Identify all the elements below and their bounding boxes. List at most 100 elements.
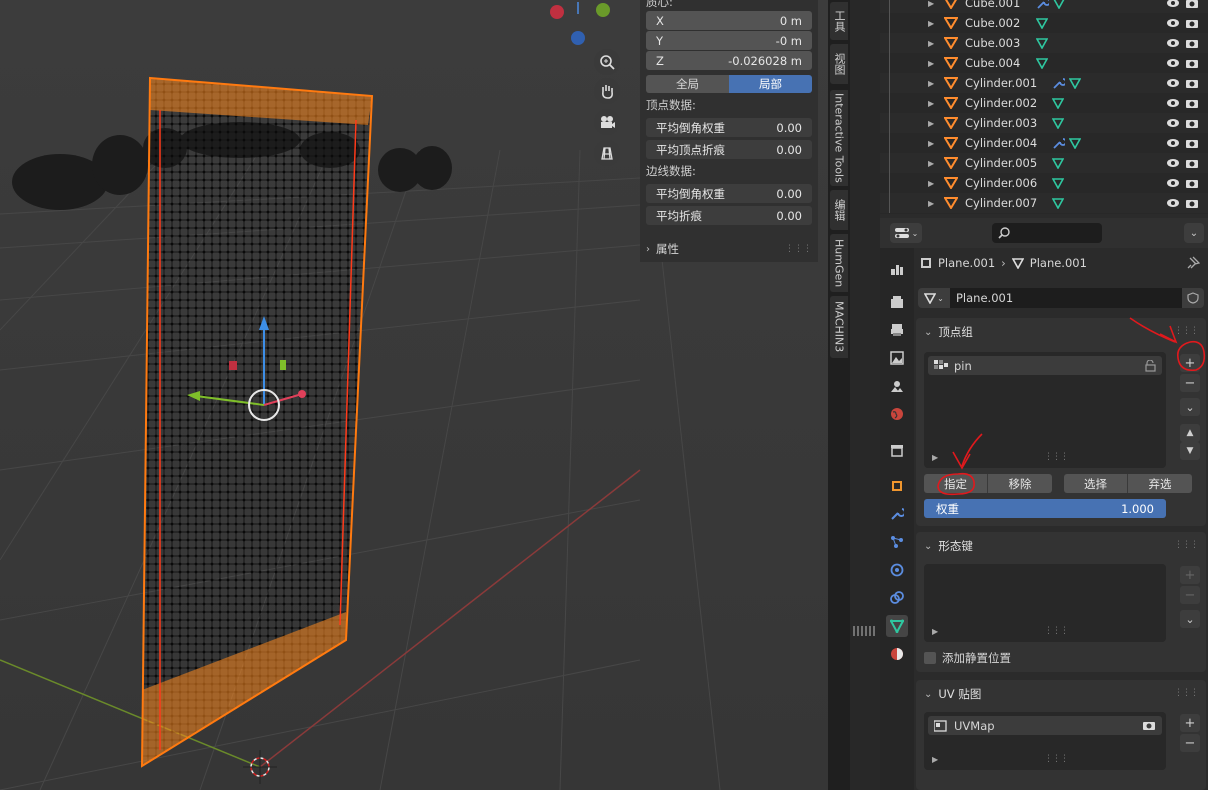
- add-shape-key-button[interactable]: +: [1180, 566, 1200, 584]
- pan-view-button[interactable]: [594, 78, 620, 104]
- expand-icon[interactable]: ▶: [928, 179, 934, 188]
- expand-icon[interactable]: ▶: [932, 627, 938, 636]
- vertex-groups-header[interactable]: ⌄ 顶点组: [924, 324, 973, 340]
- tab-collection[interactable]: [886, 439, 908, 461]
- tab-mesh-data[interactable]: [886, 615, 908, 637]
- list-item[interactable]: UVMap: [928, 716, 1162, 735]
- expand-icon[interactable]: ▶: [928, 19, 934, 28]
- object-name[interactable]: Cylinder.005: [965, 156, 1037, 170]
- expand-icon[interactable]: ▶: [928, 79, 934, 88]
- mesh-data-icon[interactable]: [1036, 37, 1048, 49]
- eye-icon[interactable]: [1166, 78, 1180, 88]
- object-name[interactable]: Cylinder.003: [965, 116, 1037, 130]
- expand-icon[interactable]: ▶: [928, 159, 934, 168]
- pin-icon[interactable]: [1186, 256, 1200, 270]
- camera-render-icon[interactable]: [1185, 98, 1199, 109]
- zoom-view-button[interactable]: [594, 49, 620, 75]
- camera-render-icon[interactable]: [1185, 58, 1199, 69]
- eye-icon[interactable]: [1166, 18, 1180, 28]
- eye-icon[interactable]: [1166, 98, 1180, 108]
- camera-render-icon[interactable]: [1185, 38, 1199, 49]
- resize-handle-icon[interactable]: ⋮⋮⋮: [1044, 452, 1069, 462]
- eye-icon[interactable]: [1166, 0, 1180, 8]
- move-down-button[interactable]: ▼: [1180, 442, 1200, 460]
- wrench-icon[interactable]: [1052, 137, 1065, 149]
- uv-maps-header[interactable]: ⌄ UV 贴图: [924, 686, 981, 702]
- median-z-field[interactable]: Z -0.026028 m: [646, 51, 812, 70]
- tab-physics[interactable]: [886, 559, 908, 581]
- tab-constraints[interactable]: [886, 587, 908, 609]
- local-button[interactable]: 局部: [729, 75, 812, 93]
- object-name[interactable]: Cylinder.001: [965, 76, 1037, 90]
- object-name[interactable]: Cylinder.004: [965, 136, 1037, 150]
- expand-icon[interactable]: ▶: [928, 0, 934, 8]
- mesh-datablock-selector[interactable]: ⌄: [918, 288, 950, 308]
- drag-handle-icon[interactable]: ⋮⋮⋮: [1174, 326, 1199, 336]
- mesh-data-icon[interactable]: [1036, 57, 1048, 69]
- weight-slider[interactable]: 权重 1.000: [924, 499, 1166, 518]
- tab-modifiers[interactable]: [886, 503, 908, 525]
- eye-icon[interactable]: [1166, 58, 1180, 68]
- mesh-data-icon[interactable]: [1052, 177, 1064, 189]
- mesh-data-icon[interactable]: [1069, 137, 1081, 149]
- expand-icon[interactable]: ▶: [928, 99, 934, 108]
- expand-icon[interactable]: ▶: [928, 59, 934, 68]
- camera-render-icon[interactable]: [1185, 18, 1199, 29]
- expand-icon[interactable]: ▶: [928, 39, 934, 48]
- edge-bevel-weight-field[interactable]: 平均倒角权重 0.00: [646, 184, 812, 203]
- tab-render[interactable]: [886, 291, 908, 313]
- tab-tool[interactable]: [886, 258, 908, 280]
- remove-vertex-group-button[interactable]: −: [1180, 374, 1200, 392]
- wrench-icon[interactable]: [1036, 0, 1049, 9]
- object-name[interactable]: Cube.001: [965, 0, 1020, 10]
- expand-icon[interactable]: ▶: [928, 119, 934, 128]
- resize-handle-icon[interactable]: ⋮⋮⋮: [1044, 754, 1069, 764]
- vertex-group-list[interactable]: pin ▶ ⋮⋮⋮: [924, 352, 1166, 468]
- median-y-field[interactable]: Y -0 m: [646, 31, 812, 50]
- remove-uv-map-button[interactable]: −: [1180, 734, 1200, 752]
- mesh-data-icon[interactable]: [1052, 157, 1064, 169]
- add-vertex-group-button[interactable]: +: [1180, 354, 1200, 372]
- tab-edit[interactable]: 编辑: [830, 190, 848, 230]
- tab-tool[interactable]: 工具: [830, 2, 848, 40]
- select-button[interactable]: 选择: [1064, 474, 1128, 493]
- eye-icon[interactable]: [1166, 198, 1180, 208]
- camera-render-icon[interactable]: [1185, 138, 1199, 149]
- add-uv-map-button[interactable]: +: [1180, 714, 1200, 732]
- eye-icon[interactable]: [1166, 178, 1180, 188]
- drag-handle-icon[interactable]: ⋮⋮⋮: [1174, 540, 1199, 550]
- object-name[interactable]: Cube.002: [965, 16, 1020, 30]
- mesh-data-icon[interactable]: [1069, 77, 1081, 89]
- eye-icon[interactable]: [1166, 138, 1180, 148]
- remove-from-group-button[interactable]: 移除: [988, 474, 1052, 493]
- mesh-data-icon[interactable]: [1053, 0, 1065, 9]
- eye-icon[interactable]: [1166, 158, 1180, 168]
- list-item[interactable]: ▶ Cylinder.005: [880, 153, 1208, 173]
- editor-type-dropdown[interactable]: ⌄: [890, 223, 922, 243]
- tab-interactive-tools[interactable]: Interactive Tools: [830, 90, 848, 186]
- list-item[interactable]: ▶ Cube.001: [880, 0, 1208, 13]
- tab-machin3[interactable]: MACHIN3: [830, 296, 848, 358]
- object-name[interactable]: Cube.003: [965, 36, 1020, 50]
- list-item[interactable]: ▶ Cylinder.003: [880, 113, 1208, 133]
- vertex-bevel-weight-field[interactable]: 平均倒角权重 0.00: [646, 118, 812, 137]
- shape-keys-header[interactable]: ⌄ 形态键: [924, 538, 973, 554]
- outliner[interactable]: ▶ Cube.001 ▶ Cube.002 ▶ Cube.003 ▶ Cube.…: [880, 0, 1208, 214]
- mesh-data-icon[interactable]: [1036, 17, 1048, 29]
- vertex-crease-field[interactable]: 平均顶点折痕 0.00: [646, 140, 812, 159]
- expand-icon[interactable]: ▶: [928, 199, 934, 208]
- drag-handle-icon[interactable]: ⋮⋮⋮: [1174, 688, 1199, 698]
- assign-button[interactable]: 指定: [924, 474, 988, 493]
- median-x-field[interactable]: X 0 m: [646, 11, 812, 30]
- eye-icon[interactable]: [1166, 38, 1180, 48]
- shape-key-list[interactable]: ▶ ⋮⋮⋮: [924, 564, 1166, 642]
- mesh-data-icon[interactable]: [1052, 197, 1064, 209]
- fake-user-button[interactable]: [1182, 288, 1204, 308]
- global-button[interactable]: 全局: [646, 75, 729, 93]
- shape-key-specials-button[interactable]: ⌄: [1180, 610, 1200, 628]
- list-item[interactable]: pin: [928, 356, 1162, 375]
- object-name[interactable]: Cylinder.002: [965, 96, 1037, 110]
- tab-humgen[interactable]: HumGen: [830, 234, 848, 292]
- camera-view-button[interactable]: [594, 109, 620, 135]
- list-item[interactable]: ▶ Cylinder.006: [880, 173, 1208, 193]
